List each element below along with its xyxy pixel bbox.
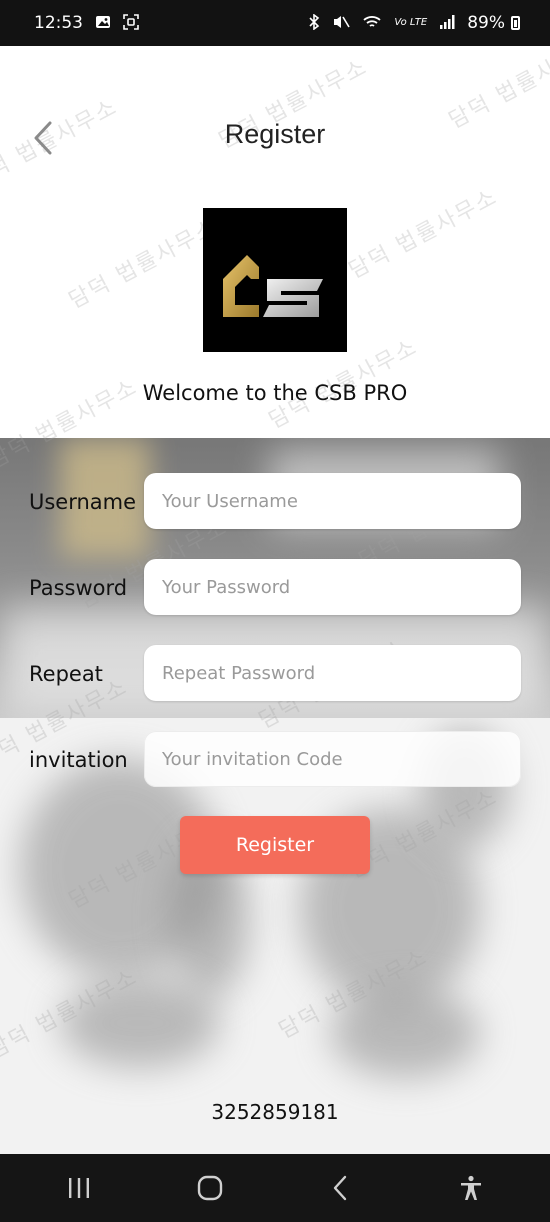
- status-right: Vo LTE 89%: [308, 12, 520, 33]
- status-bar: 12:53 Vo LTE 89%: [0, 0, 550, 46]
- battery-icon: [511, 16, 520, 30]
- username-row: Username: [0, 473, 550, 531]
- register-button[interactable]: Register: [180, 816, 370, 874]
- recents-icon: [69, 1178, 90, 1198]
- recents-button[interactable]: [49, 1163, 109, 1213]
- home-button[interactable]: [180, 1163, 240, 1213]
- bluetooth-icon: [308, 12, 320, 33]
- image-icon: [95, 14, 111, 33]
- mute-icon: [332, 14, 351, 33]
- page-title: Register: [224, 119, 326, 149]
- nav-back-button[interactable]: [310, 1163, 370, 1213]
- username-label: Username: [29, 490, 137, 514]
- csb-logo-icon: [223, 255, 323, 317]
- device-number: 3252859181: [211, 1100, 339, 1124]
- repeat-label: Repeat: [29, 662, 103, 686]
- csb-logo: [203, 208, 347, 352]
- home-icon: [197, 1175, 222, 1201]
- username-input[interactable]: [144, 473, 521, 529]
- volte-label: Vo LTE: [394, 17, 428, 28]
- battery-percent: 89%: [467, 13, 505, 33]
- screenshot-icon: [123, 13, 139, 33]
- invitation-label: invitation: [29, 748, 128, 772]
- invitation-row: invitation: [0, 731, 550, 789]
- password-input[interactable]: [144, 559, 521, 615]
- status-left: 12:53: [34, 13, 139, 33]
- welcome-text: Welcome to the CSB PRO: [142, 381, 408, 405]
- wifi-icon: [362, 14, 382, 33]
- system-nav-bar: [0, 1154, 550, 1222]
- password-label: Password: [29, 576, 128, 600]
- accessibility-icon: [460, 1175, 481, 1200]
- repeat-password-row: Repeat: [0, 645, 550, 703]
- repeat-password-input[interactable]: [144, 645, 521, 701]
- invitation-code-input[interactable]: [144, 731, 521, 787]
- signal-icon: [439, 14, 455, 33]
- password-row: Password: [0, 559, 550, 617]
- status-time: 12:53: [34, 13, 83, 33]
- back-icon: [334, 1175, 347, 1201]
- accessibility-button[interactable]: [441, 1163, 501, 1213]
